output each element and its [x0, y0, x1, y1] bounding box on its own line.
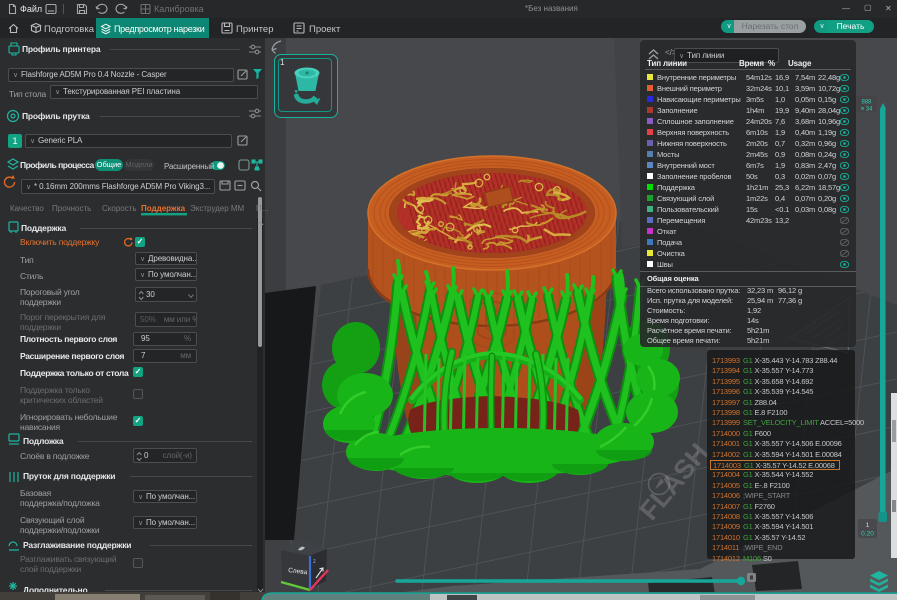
- svg-text:1: 1: [866, 522, 870, 529]
- svg-text:z: z: [313, 559, 316, 565]
- svg-text:0.20: 0.20: [861, 531, 874, 538]
- svg-text:888: 888: [861, 100, 872, 106]
- svg-text:≡ 34: ≡ 34: [861, 107, 874, 113]
